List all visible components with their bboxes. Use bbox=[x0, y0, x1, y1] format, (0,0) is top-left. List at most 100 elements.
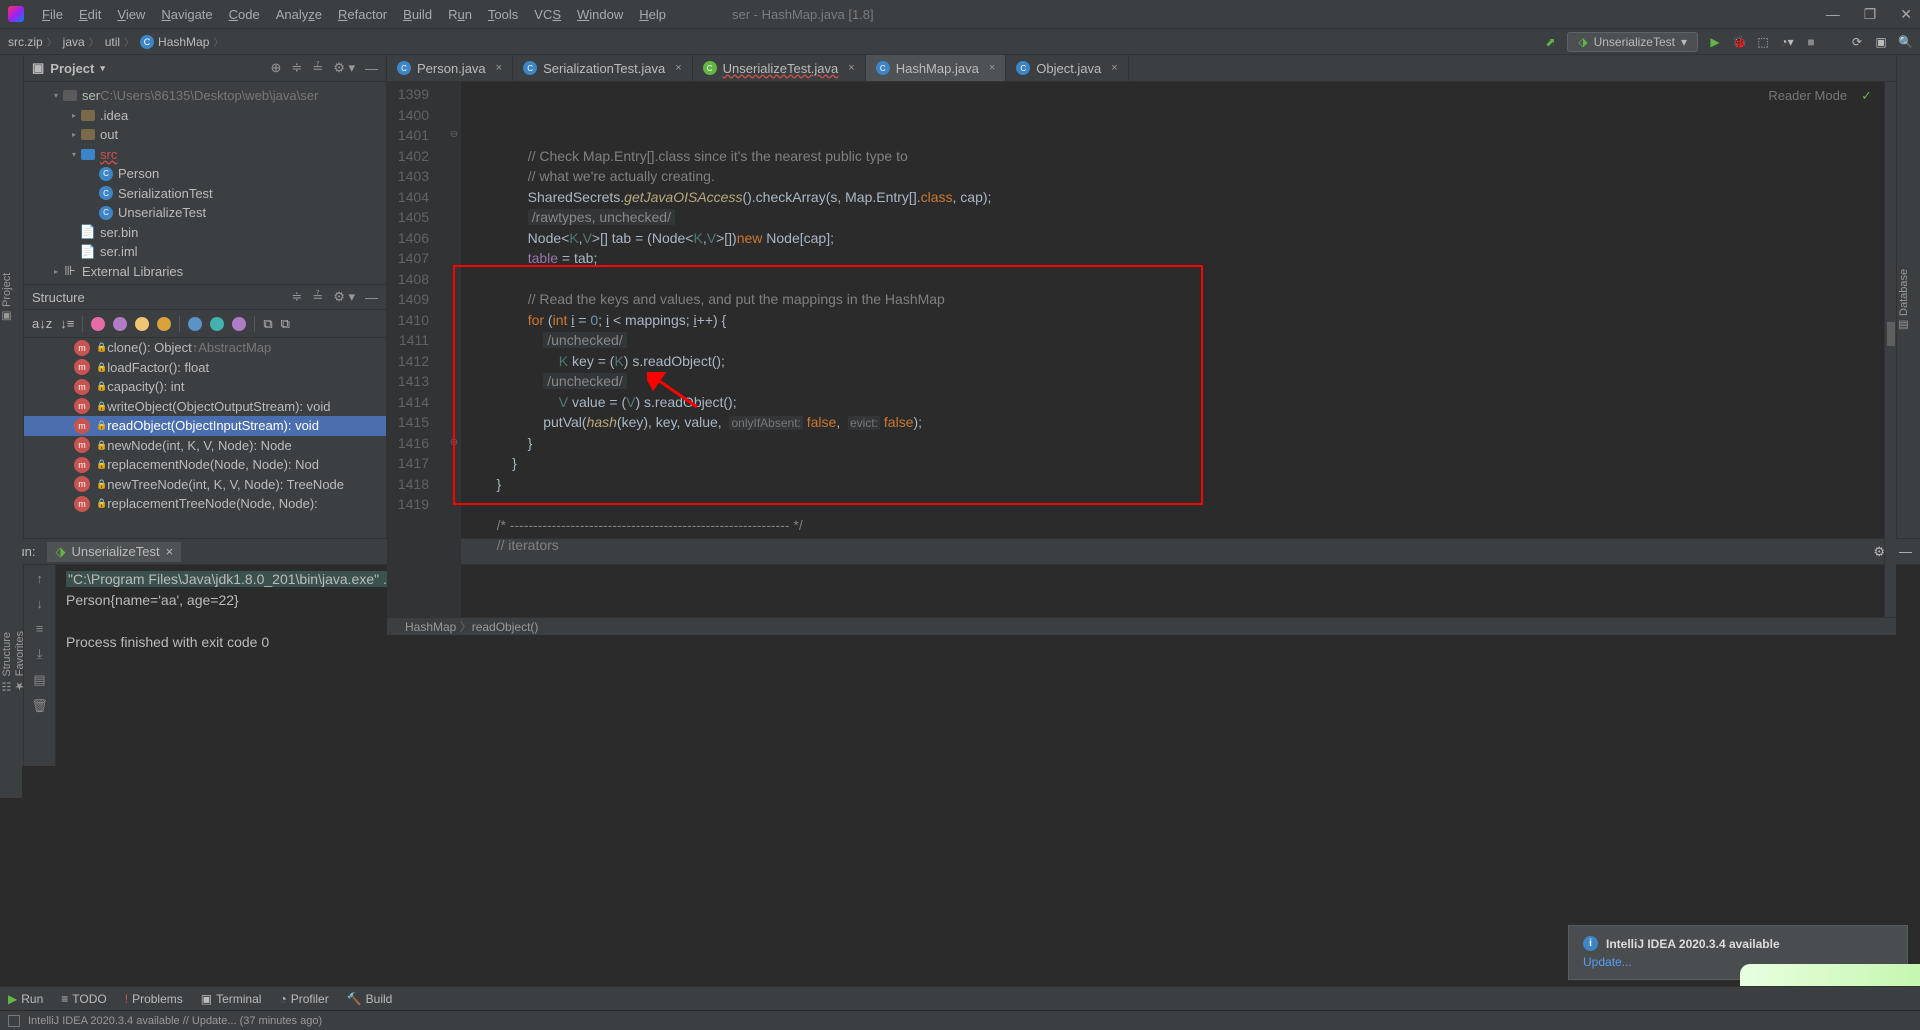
close-icon[interactable]: ✕ bbox=[1900, 6, 1912, 23]
search-icon[interactable]: 🔍 bbox=[1898, 35, 1912, 49]
tree-node[interactable]: ▸out bbox=[24, 125, 386, 145]
sort-vis-icon[interactable]: ↓≡ bbox=[60, 316, 74, 331]
editor-tab[interactable]: CHashMap.java× bbox=[866, 55, 1007, 81]
run-icon[interactable]: ▶ bbox=[1708, 35, 1722, 49]
st-expand-icon[interactable]: ≑ bbox=[291, 289, 302, 305]
run-config-selector[interactable]: ⬗UnserializeTest▾ bbox=[1567, 32, 1698, 52]
menu-window[interactable]: Window bbox=[571, 5, 629, 24]
structure-list[interactable]: m🔒 clone(): Object ↑AbstractMapm🔒 loadFa… bbox=[24, 338, 386, 538]
structure-item[interactable]: m🔒 readObject(ObjectInputStream): void bbox=[24, 416, 386, 436]
wrap-icon[interactable]: ≡ bbox=[36, 621, 44, 636]
filter-icon[interactable]: ▤ bbox=[33, 672, 45, 688]
tab-close-icon[interactable]: × bbox=[496, 62, 502, 74]
filter-inh-icon[interactable] bbox=[188, 317, 202, 331]
run-hide-icon[interactable]: — bbox=[1899, 544, 1912, 559]
notification-link[interactable]: Update... bbox=[1583, 955, 1632, 969]
project-tree[interactable]: ▾ser C:\Users\86135\Desktop\web\java\ser… bbox=[24, 82, 386, 284]
run-tab[interactable]: ⬗UnserializeTest× bbox=[47, 542, 181, 562]
menu-edit[interactable]: Edit bbox=[73, 5, 107, 24]
structure-item[interactable]: m🔒 writeObject(ObjectOutputStream): void bbox=[24, 397, 386, 417]
ide-settings-icon[interactable]: ▣ bbox=[1874, 35, 1888, 49]
filter-fields-icon[interactable] bbox=[91, 317, 105, 331]
autoscroll-icon[interactable]: ⧉ bbox=[263, 316, 272, 332]
structure-item[interactable]: m🔒 replacementNode(Node, Node): Nod bbox=[24, 455, 386, 475]
structure-button[interactable]: ☷ Structure bbox=[0, 632, 13, 693]
st-settings-icon[interactable]: ⚙ ▾ bbox=[333, 289, 355, 305]
structure-item[interactable]: m🔒 newTreeNode(int, K, V, Node): TreeNod… bbox=[24, 475, 386, 495]
menu-build[interactable]: Build bbox=[397, 5, 438, 24]
menu-navigate[interactable]: Navigate bbox=[155, 5, 218, 24]
structure-item[interactable]: m🔒 loadFactor(): float bbox=[24, 358, 386, 378]
expand-icon[interactable]: ≑ bbox=[291, 60, 302, 76]
update-icon[interactable]: ⟳ bbox=[1850, 35, 1864, 49]
tab-close-icon[interactable]: × bbox=[989, 62, 995, 74]
btm-build[interactable]: 🔨Build bbox=[347, 992, 393, 1006]
structure-item[interactable]: m🔒 newNode(int, K, V, Node): Node bbox=[24, 436, 386, 456]
tab-close-icon[interactable]: × bbox=[848, 62, 854, 74]
editor-tab[interactable]: CPerson.java× bbox=[387, 55, 513, 81]
debug-icon[interactable]: 🐞 bbox=[1732, 35, 1746, 49]
stop-icon[interactable]: ■ bbox=[1804, 35, 1818, 49]
tab-close-icon[interactable]: × bbox=[166, 544, 174, 559]
database-button[interactable]: ▤ Database bbox=[1897, 63, 1910, 538]
structure-item[interactable]: m🔒 capacity(): int bbox=[24, 377, 386, 397]
st-collapse-icon[interactable]: ≟ bbox=[312, 289, 323, 305]
editor-scrollbar[interactable] bbox=[1884, 82, 1896, 617]
collapse-icon[interactable]: ≟ bbox=[312, 60, 323, 76]
structure-item[interactable]: m🔒 replacementTreeNode(Node, Node): bbox=[24, 494, 386, 514]
status-icon[interactable] bbox=[8, 1015, 20, 1027]
tree-node[interactable]: ▾src bbox=[24, 145, 386, 165]
st-hide-icon[interactable]: — bbox=[365, 290, 378, 305]
menu-tools[interactable]: Tools bbox=[482, 5, 524, 24]
tab-close-icon[interactable]: × bbox=[1111, 62, 1117, 74]
editor-breadcrumb[interactable]: HashMapreadObject() bbox=[387, 617, 1896, 635]
editor-tab[interactable]: CObject.java× bbox=[1006, 55, 1128, 81]
btm-todo[interactable]: ≡TODO bbox=[61, 992, 106, 1006]
down-icon[interactable]: ↓ bbox=[36, 596, 43, 611]
crumb-util[interactable]: util bbox=[105, 34, 138, 49]
crumb-java[interactable]: java bbox=[63, 34, 103, 49]
profile-icon[interactable]: ◔▾ bbox=[1780, 35, 1794, 49]
btm-profiler[interactable]: ◔Profiler bbox=[279, 992, 328, 1006]
code-area[interactable]: 1399140014011402140314041405140614071408… bbox=[387, 82, 1896, 617]
line-gutter[interactable]: 1399140014011402140314041405140614071408… bbox=[387, 82, 447, 617]
filter-props-icon[interactable] bbox=[113, 317, 127, 331]
favorites-button[interactable]: ★ Favorites bbox=[13, 631, 26, 692]
btm-problems[interactable]: !Problems bbox=[125, 992, 183, 1006]
menu-vcs[interactable]: VCS bbox=[528, 5, 567, 24]
menu-code[interactable]: Code bbox=[223, 5, 266, 24]
tab-close-icon[interactable]: × bbox=[675, 62, 681, 74]
btm-run[interactable]: ▶Run bbox=[8, 992, 43, 1006]
code-text[interactable]: // Check Map.Entry[].class since it's th… bbox=[461, 82, 1884, 617]
menu-help[interactable]: Help bbox=[633, 5, 672, 24]
hide-icon[interactable]: — bbox=[365, 61, 378, 76]
scrollbar-thumb[interactable] bbox=[1887, 322, 1895, 346]
project-tool-button[interactable]: ▣ Project bbox=[0, 65, 13, 530]
filter-anon-icon[interactable] bbox=[210, 317, 224, 331]
structure-item[interactable]: m🔒 clone(): Object ↑AbstractMap bbox=[24, 338, 386, 358]
scroll-icon[interactable]: ⤓ bbox=[37, 646, 43, 662]
editor-tab[interactable]: CUnserializeTest.java× bbox=[693, 55, 866, 81]
build-icon[interactable]: ⬈ bbox=[1543, 35, 1557, 49]
tree-node[interactable]: CUnserializeTest bbox=[24, 203, 386, 223]
project-view-selector[interactable]: ▣ Project bbox=[32, 60, 105, 76]
filter-lambda-icon[interactable] bbox=[232, 317, 246, 331]
menu-view[interactable]: View bbox=[111, 5, 151, 24]
tree-node[interactable]: ▾ser C:\Users\86135\Desktop\web\java\ser bbox=[24, 86, 386, 106]
sort-az-icon[interactable]: a↓z bbox=[32, 316, 52, 331]
fold-column[interactable]: ⊖│⊖ bbox=[447, 82, 461, 617]
up-icon[interactable]: ↑ bbox=[36, 571, 43, 586]
tree-node[interactable]: ▸⊪External Libraries bbox=[24, 262, 386, 282]
tree-node[interactable]: CPerson bbox=[24, 164, 386, 184]
menu-file[interactable]: File bbox=[36, 5, 69, 24]
editor-tab[interactable]: CSerializationTest.java× bbox=[513, 55, 693, 81]
coverage-icon[interactable]: ⬚ bbox=[1756, 35, 1770, 49]
trash-icon[interactable]: 🗑 bbox=[31, 698, 48, 714]
tree-node[interactable]: CSerializationTest bbox=[24, 184, 386, 204]
crumb-class[interactable]: CHashMap bbox=[140, 34, 227, 49]
tree-node[interactable]: ▸.idea bbox=[24, 106, 386, 126]
reader-mode-label[interactable]: Reader Mode bbox=[1768, 86, 1847, 107]
crumb-srczip[interactable]: src.zip bbox=[8, 34, 61, 49]
locate-icon[interactable]: ⊕ bbox=[270, 60, 281, 76]
maximize-icon[interactable]: ❐ bbox=[1864, 6, 1877, 23]
